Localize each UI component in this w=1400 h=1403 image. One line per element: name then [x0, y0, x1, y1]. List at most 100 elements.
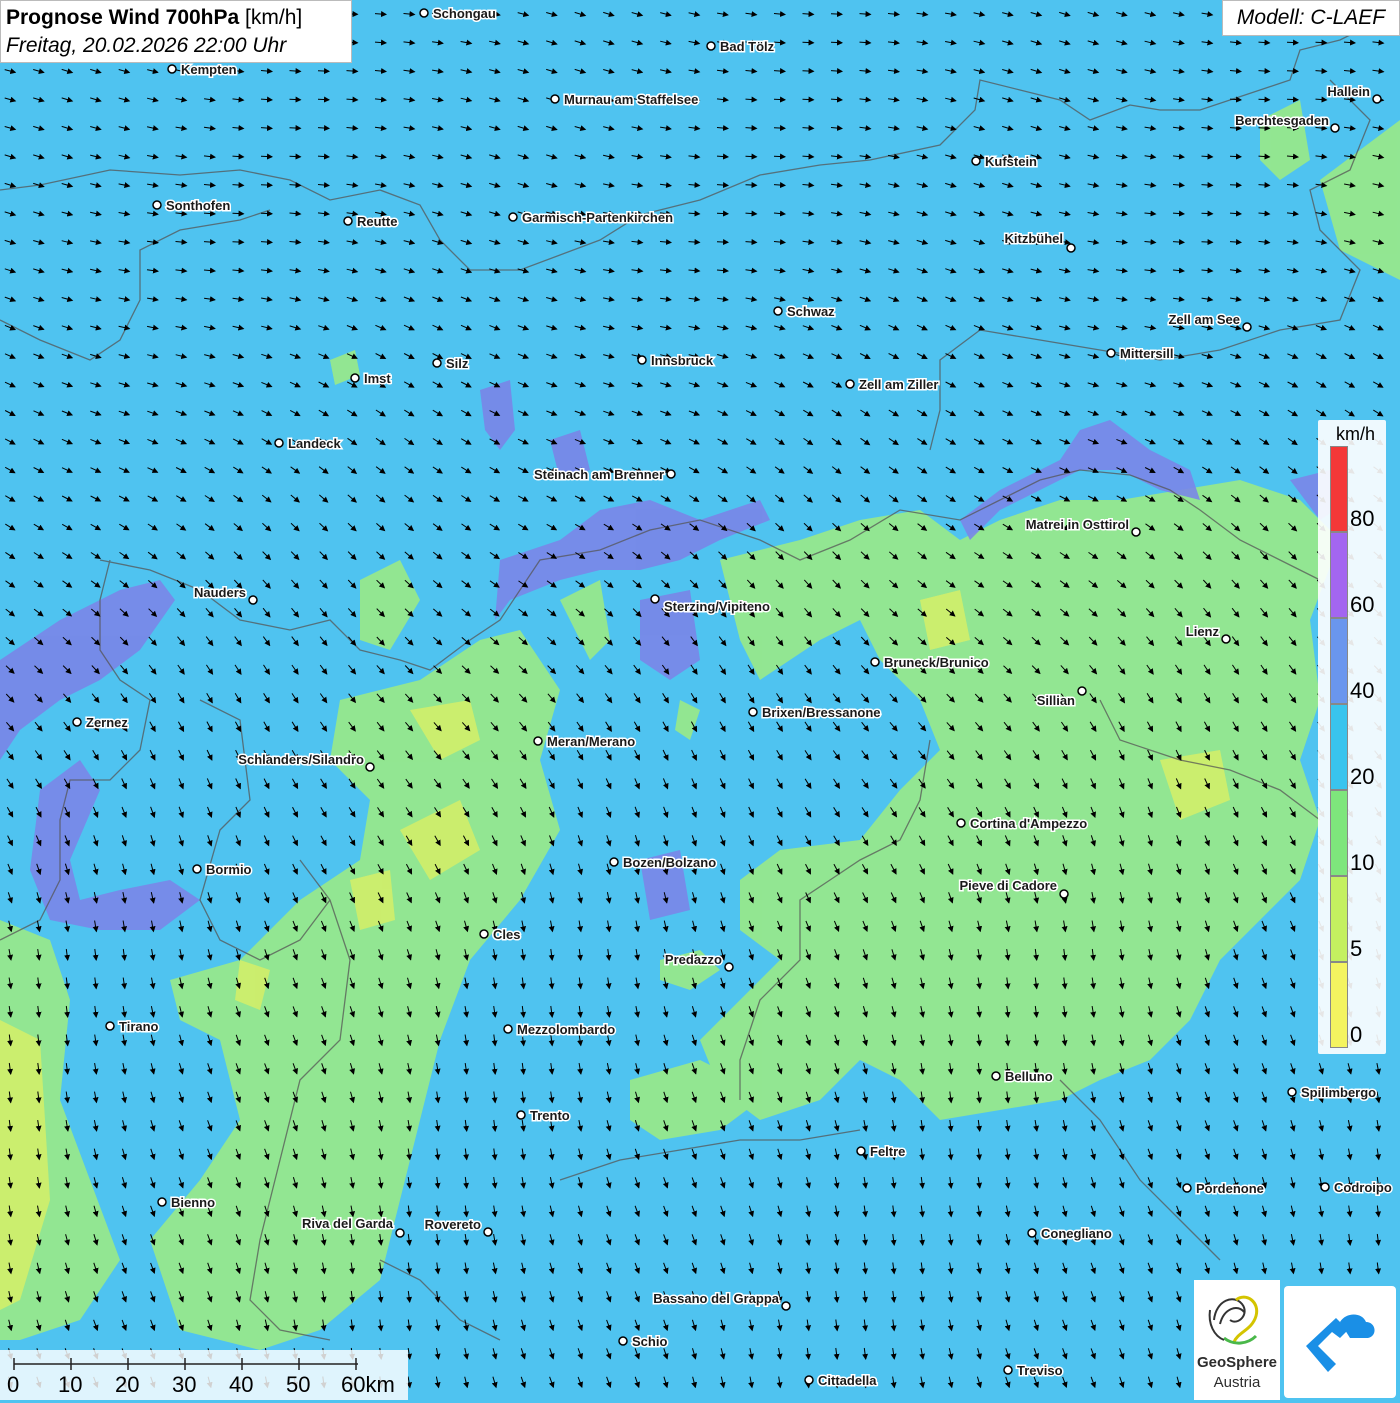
- wind-arrow: [232, 210, 245, 217]
- city-label: Zell am See: [1168, 312, 1240, 327]
- city-dot: [343, 216, 353, 226]
- city-dot: [748, 707, 758, 717]
- legend-tick-20: 20: [1350, 764, 1375, 789]
- wind-arrow: [773, 96, 786, 103]
- city-dot: [1182, 1183, 1192, 1193]
- city-label: Bienno: [171, 1195, 215, 1210]
- wind-arrow: [773, 153, 786, 160]
- legend-segment-0-5: [1330, 962, 1348, 1048]
- city-label: Lienz: [1186, 624, 1220, 639]
- wind-map: Schongau Bad Tölz Kempten Murnau am Staffel…: [0, 0, 1400, 1400]
- forecast-datetime: Freitag, 20.02.2026 22:00 Uhr: [6, 34, 287, 57]
- wind-arrow: [289, 125, 302, 132]
- wind-arrow: [317, 96, 330, 103]
- city-dot: [956, 818, 966, 828]
- city-dot: [845, 379, 855, 389]
- city-label: Berchtesgaden: [1235, 113, 1329, 128]
- wind-arrow: [802, 68, 815, 75]
- legend-segment-10-20: [1330, 790, 1348, 876]
- wind-arrow: [802, 39, 815, 46]
- geosphere-logo-icon: [1208, 1295, 1259, 1345]
- city-label: Silz: [446, 356, 469, 371]
- city-label: Schio: [632, 1334, 667, 1349]
- city-label: Conegliano: [1041, 1226, 1112, 1241]
- wind-arrow: [260, 153, 273, 160]
- city-dot: [1221, 634, 1231, 644]
- wind-arrow: [260, 182, 273, 189]
- wind-arrow: [1258, 96, 1271, 103]
- city-label: Sterzing/Vipiteno: [664, 599, 770, 614]
- city-label: Trento: [530, 1108, 570, 1123]
- city-label: Tirano: [119, 1019, 159, 1034]
- scale-label-20: 20: [115, 1372, 140, 1397]
- city-label: Sonthofen: [166, 198, 230, 213]
- wind-arrow: [1286, 39, 1299, 46]
- legend-segment-60-80: [1330, 532, 1348, 618]
- city-dot: [618, 1336, 628, 1346]
- city-dot: [516, 1110, 526, 1120]
- city-label: Riva del Garda: [302, 1216, 394, 1231]
- city-label: Kufstein: [985, 154, 1037, 169]
- wind-arrow: [1201, 239, 1214, 246]
- legend-tick-60: 60: [1350, 592, 1375, 617]
- city-label: Garmisch-Partenkirchen: [522, 210, 673, 225]
- city-dot: [395, 1228, 405, 1238]
- color-legend: km/h 80 60 40 20 10 5 0: [1318, 420, 1386, 1054]
- scale-label-30: 30: [172, 1372, 197, 1397]
- legend-tick-10: 10: [1350, 850, 1375, 875]
- city-dot: [1003, 1365, 1013, 1375]
- city-label: Schongau: [433, 6, 496, 21]
- scale-label-50: 50: [286, 1372, 311, 1397]
- city-dot: [1330, 123, 1340, 133]
- scale-label-60km: 60km: [341, 1372, 395, 1397]
- city-label: Codroipo: [1334, 1180, 1392, 1195]
- map-title: Prognose Wind 700hPa [km/h]: [6, 4, 346, 32]
- legend-segment-80plus: [1330, 446, 1348, 532]
- city-label: Zell am Ziller: [859, 377, 938, 392]
- city-label: Belluno: [1005, 1069, 1053, 1084]
- city-label: Meran/Merano: [547, 734, 635, 749]
- city-dot: [167, 64, 177, 74]
- city-label: Bad Tölz: [720, 39, 775, 54]
- city-label: Kempten: [181, 62, 237, 77]
- city-label: Spilimbergo: [1301, 1085, 1376, 1100]
- weather-app-logo-icon: [1306, 1314, 1375, 1372]
- city-dot: [804, 1375, 814, 1385]
- city-dot: [483, 1227, 493, 1237]
- city-dot: [724, 962, 734, 972]
- city-dot: [432, 358, 442, 368]
- legend-segment-20-40: [1330, 704, 1348, 790]
- city-label: Imst: [364, 371, 391, 386]
- city-dot: [550, 94, 560, 104]
- city-label: Brixen/Bressanone: [762, 705, 881, 720]
- legend-segment-5-10: [1330, 876, 1348, 962]
- city-dot: [971, 156, 981, 166]
- city-label: Mezzolombardo: [517, 1022, 615, 1037]
- wind-arrow: [289, 153, 302, 160]
- city-label: Nauders: [194, 585, 246, 600]
- city-dot: [773, 306, 783, 316]
- city-label: Innsbruck: [651, 353, 714, 368]
- wind-arrow: [745, 182, 758, 189]
- map-title-unit: [km/h]: [245, 6, 303, 29]
- wind-arrow: [1286, 68, 1299, 75]
- scale-label-10: 10: [58, 1372, 83, 1397]
- legend-tick-40: 40: [1350, 678, 1375, 703]
- geosphere-logo: GeoSphere Austria: [1194, 1280, 1280, 1400]
- logo-name-line2: Austria: [1213, 1374, 1261, 1391]
- city-dot: [1066, 243, 1076, 253]
- legend-tick-0: 0: [1350, 1022, 1363, 1047]
- city-dot: [706, 41, 716, 51]
- city-dot: [533, 736, 543, 746]
- city-dot: [1131, 527, 1141, 537]
- city-dot: [365, 762, 375, 772]
- scale-label-40: 40: [229, 1372, 254, 1397]
- city-dot: [1372, 94, 1382, 104]
- city-dot: [609, 857, 619, 867]
- city-label: Bormio: [206, 862, 252, 877]
- scale-label-0: 0: [7, 1372, 20, 1397]
- city-dot: [650, 594, 660, 604]
- city-label: Schwaz: [787, 304, 835, 319]
- legend-segment-40-60: [1330, 618, 1348, 704]
- city-dot: [1027, 1228, 1037, 1238]
